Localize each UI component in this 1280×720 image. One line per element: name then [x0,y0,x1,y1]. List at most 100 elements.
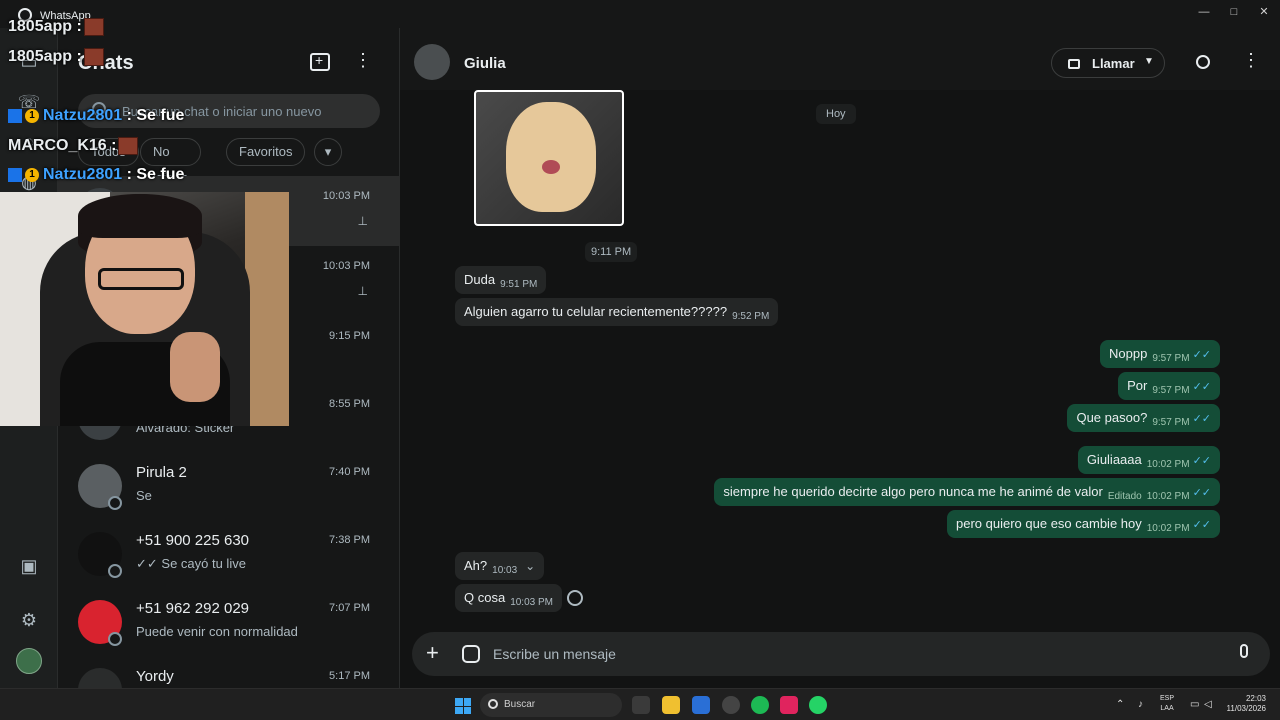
message-time: 10:03 PM [510,597,553,608]
message-time: 10:03 [492,565,518,576]
chat-item[interactable]: +51 900 225 630 ✓✓ Se cayó tu live 7:38 … [58,520,400,590]
message-text: Que pasoo? [1076,410,1148,425]
message-bubble[interactable]: Noppp 9:57 PM ✓✓ [1100,340,1220,368]
search-placeholder: Buscar un chat o iniciar uno nuevo [122,104,322,119]
chat-list-title: Chats [78,52,134,74]
new-chat-icon[interactable] [310,52,330,71]
webcam-hair-front [78,194,202,238]
message-composer[interactable]: + Escribe un mensaje [412,632,1270,676]
minimize-button[interactable]: — [1194,4,1214,20]
message-text: siempre he querido decirte algo pero nun… [723,484,1103,499]
filter-favorites[interactable]: Favoritos [226,138,306,166]
chats-icon[interactable]: ▭ [17,50,41,74]
obs-icon[interactable] [722,696,740,714]
status-ring-icon [108,564,122,578]
task-view-icon[interactable] [632,696,650,714]
image-time: 9:11 PM [585,242,638,262]
chat-time: 9:15 PM [329,330,370,342]
message-list: Hoy 9:11 PM Duda 9:51 PM Alguien agarro t… [400,90,1280,630]
read-ticks-icon: ✓✓ [1192,413,1211,425]
volume-icon[interactable]: ◁ [1204,699,1212,710]
menu-icon[interactable]: ⋮ [1242,50,1260,71]
microphone-tray-icon[interactable]: ♪ [1138,699,1143,710]
status-ring-icon [108,632,122,646]
message-text: Q cosa [464,590,506,605]
tray-chevron-icon[interactable]: ⌃ [1116,699,1124,710]
filter-all[interactable]: Todos [78,138,139,166]
image-message[interactable] [474,90,624,226]
emoji-reaction-icon[interactable] [567,590,583,606]
read-ticks-icon: ✓✓ [1192,381,1211,393]
close-button[interactable]: ✕ [1254,4,1274,20]
message-bubble[interactable]: Ah? 10:03 ⌄ [455,552,545,580]
chevron-down-icon[interactable]: ⌄ [525,559,535,573]
message-edited: Editado [1107,491,1142,502]
media-icon[interactable]: ▣ [17,554,41,578]
filter-more-icon[interactable]: ▾ [314,138,342,166]
whatsapp-window: WhatsApp — □ ✕ ▭ ☏ ◌ ◍ ▣ ⚙ Chats ⋮ Busca… [0,0,1280,720]
whatsapp-icon[interactable] [809,696,827,714]
chat-preview: Puede venir con normalidad [136,624,298,639]
message-text: Alguien agarro tu celular recientemente?… [464,304,728,319]
language-indicator[interactable]: ESP LAA [1160,694,1174,714]
chat-item[interactable]: Yordy 5:17 PM [58,656,400,688]
message-time: 9:57 PM [1152,417,1190,428]
app-title: WhatsApp [40,10,91,22]
microphone-icon[interactable] [1240,644,1248,658]
status-ring-icon [108,496,122,510]
channels-icon[interactable]: ◍ [17,170,41,194]
date-divider: Hoy [816,104,856,124]
profile-avatar[interactable] [16,648,42,674]
message-input[interactable]: Escribe un mensaje [493,646,616,662]
message-bubble[interactable]: Giuliaaaa 10:02 PM ✓✓ [1077,446,1220,474]
message-bubble[interactable]: Q cosa 10:03 PM [455,584,562,612]
chat-item[interactable]: +51 962 292 029 Puede venir con normalid… [58,588,400,658]
message-text: Duda [464,272,496,287]
message-bubble[interactable]: siempre he querido decirte algo pero nun… [714,478,1220,506]
filter-unread[interactable]: No leídos [140,138,201,185]
spotify-icon[interactable] [751,696,769,714]
settings-icon[interactable]: ⚙ [17,608,41,632]
message-bubble[interactable]: Por 9:57 PM ✓✓ [1118,372,1220,400]
contact-name[interactable]: Giulia [464,55,506,72]
status-icon[interactable]: ◌ [17,130,41,154]
contact-avatar[interactable] [414,44,450,80]
chat-item[interactable]: Pirula 2 Se 7:40 PM [58,452,400,522]
message-text: Noppp [1109,346,1148,361]
file-explorer-icon[interactable] [662,696,680,714]
search-icon [488,699,498,709]
message-bubble[interactable]: Alguien agarro tu celular recientemente?… [455,298,779,326]
message-time: 10:02 PM [1146,523,1190,534]
maximize-button[interactable]: □ [1224,4,1244,20]
attach-icon[interactable]: + [426,640,439,666]
webcam-glasses [98,268,184,290]
chat-time: 7:40 PM [329,466,370,478]
search-icon[interactable] [1196,55,1210,69]
store-icon[interactable] [692,696,710,714]
message-bubble[interactable]: Que pasoo? 9:57 PM ✓✓ [1067,404,1220,432]
pin-icon: ⊥ [357,284,368,298]
message-text: pero quiero que eso cambie hoy [956,516,1142,531]
message-text: Ah? [464,558,488,573]
sticker-icon[interactable] [462,645,480,663]
network-icon[interactable]: ▭ [1190,699,1199,710]
windows-taskbar: Buscar ⌃ ♪ ESP LAA ▭ ◁ 22:03 11/03/2026 [0,688,1280,720]
webcam-door [245,192,289,426]
read-ticks-icon: ✓✓ [1192,349,1211,361]
read-ticks-icon: ✓✓ [1192,519,1211,531]
tiktok-icon[interactable] [780,696,798,714]
message-time: 9:52 PM [732,311,770,322]
chat-time: 10:03 PM [322,260,370,272]
menu-icon[interactable]: ⋮ [354,50,372,71]
read-ticks-icon: ✓✓ [1192,455,1211,467]
title-bar: WhatsApp — □ ✕ [0,0,1280,28]
taskbar-search[interactable]: Buscar [480,693,622,717]
windows-start-icon[interactable] [455,698,471,714]
call-button[interactable]: Llamar ▼ [1051,48,1165,78]
message-bubble[interactable]: pero quiero que eso cambie hoy 10:02 PM ✓✓ [947,510,1220,538]
message-bubble[interactable]: Duda 9:51 PM [455,266,547,294]
taskbar-clock[interactable]: 22:03 11/03/2026 [1226,694,1266,714]
search-input[interactable]: Buscar un chat o iniciar uno nuevo [78,94,380,128]
video-call-icon [1068,59,1080,69]
calls-icon[interactable]: ☏ [17,90,41,114]
